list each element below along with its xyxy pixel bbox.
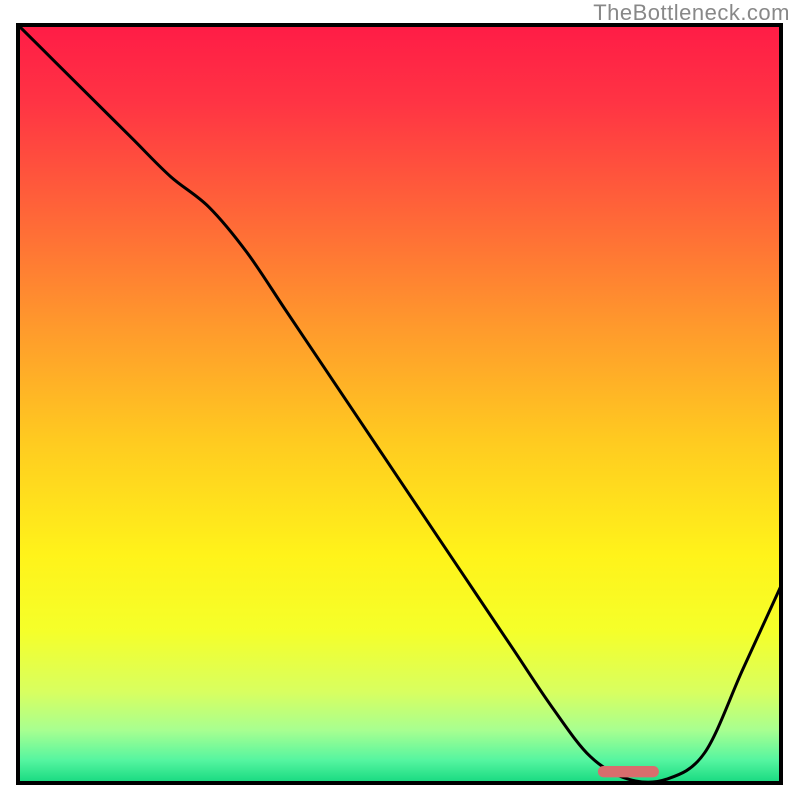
bottleneck-chart (0, 0, 800, 800)
watermark-text: TheBottleneck.com (593, 0, 790, 26)
chart-container: TheBottleneck.com (0, 0, 800, 800)
target-marker (598, 766, 659, 777)
